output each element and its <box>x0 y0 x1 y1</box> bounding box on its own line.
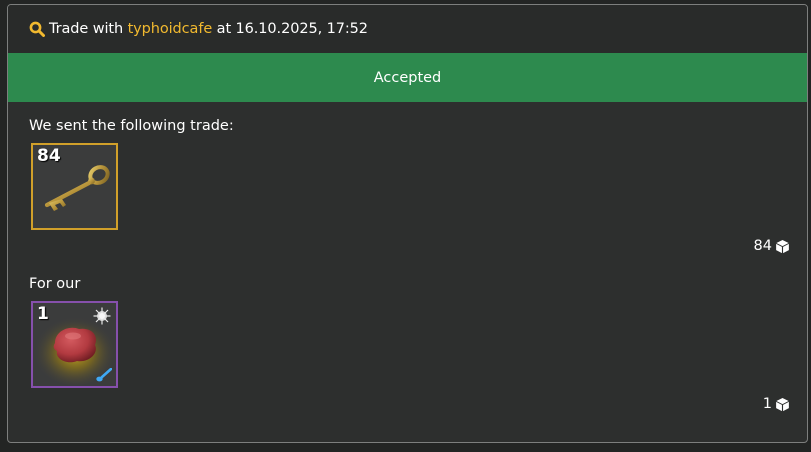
received-heading: For our <box>29 276 81 292</box>
sent-heading: We sent the following trade: <box>29 118 234 134</box>
item-tile-key[interactable]: 84 <box>31 143 118 230</box>
received-total: 1 <box>763 396 790 412</box>
status-banner: Accepted <box>8 53 807 102</box>
sent-total-count: 84 <box>753 238 772 254</box>
trade-header: Trade with typhoidcafe at 16.10.2025, 17… <box>8 5 807 54</box>
sparkle-icon <box>93 307 111 325</box>
trade-card: Trade with typhoidcafe at 16.10.2025, 17… <box>7 4 808 443</box>
received-total-count: 1 <box>762 396 772 412</box>
cube-icon <box>776 239 789 253</box>
item-quantity: 1 <box>37 304 49 324</box>
partner-name-link[interactable]: typhoidcafe <box>128 21 213 37</box>
cube-icon <box>776 397 789 411</box>
item-tile-paint[interactable]: 1 <box>31 301 118 388</box>
sent-total: 84 <box>754 238 790 254</box>
header-prefix: Trade with <box>49 21 124 37</box>
item-quantity: 84 <box>37 146 61 166</box>
paintbrush-icon <box>96 368 112 382</box>
search-icon <box>29 21 45 37</box>
header-timestamp: at 16.10.2025, 17:52 <box>216 21 368 37</box>
status-label: Accepted <box>373 69 442 86</box>
